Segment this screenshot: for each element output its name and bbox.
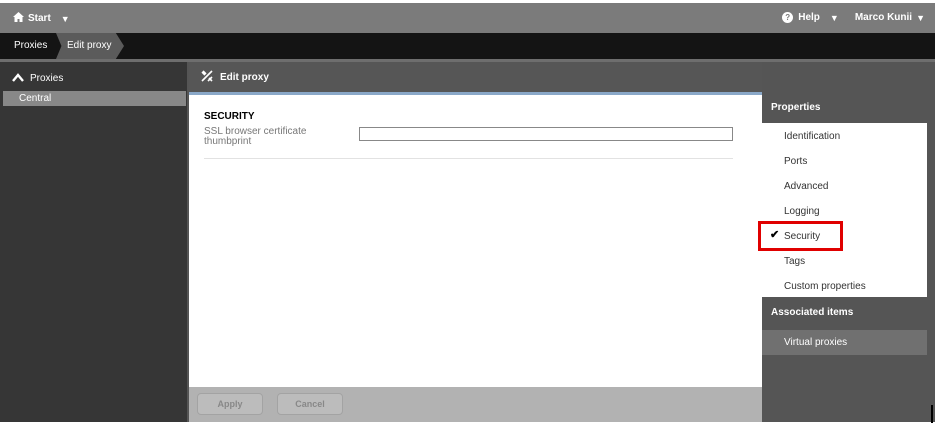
property-item-ports[interactable]: Ports [784, 156, 807, 167]
breadcrumb-item-edit-proxy[interactable]: Edit proxy [56, 33, 124, 59]
section-title-security: SECURITY [204, 111, 255, 122]
associated-items-title: Associated items [771, 307, 854, 318]
property-item-identification[interactable]: Identification [784, 131, 840, 142]
tools-icon [201, 69, 213, 85]
top-bar: Start ▼ ? Help ▼ Marco Kunii ▼ [0, 3, 935, 33]
associated-item-virtual-proxies[interactable]: Virtual proxies [762, 330, 927, 355]
apply-button[interactable]: Apply [197, 393, 263, 415]
page-title: Edit proxy [220, 71, 269, 83]
action-footer: Apply Cancel [189, 387, 762, 422]
home-icon [13, 12, 24, 25]
content-area: SECURITY SSL browser certificate thumbpr… [189, 92, 762, 387]
start-menu-button[interactable]: Start ▼ [13, 12, 70, 25]
checkmark-icon: ✔ [770, 229, 780, 241]
top-right-menu: ? Help ▼ Marco Kunii ▼ [782, 12, 925, 23]
breadcrumb-item-proxies[interactable]: Proxies [0, 33, 63, 59]
ssl-thumbprint-label: SSL browser certificate thumbprint [204, 126, 307, 147]
sidebar-header-label: Proxies [30, 72, 64, 84]
cancel-button[interactable]: Cancel [277, 393, 343, 415]
caret-down-icon[interactable]: ▼ [830, 13, 839, 23]
property-item-logging[interactable]: Logging [784, 206, 820, 217]
property-item-tags[interactable]: Tags [784, 256, 805, 267]
caret-down-icon[interactable]: ▼ [916, 13, 925, 23]
edit-proxy-header: Edit proxy [189, 62, 762, 92]
properties-list: Identification Ports Advanced Logging ✔ … [758, 123, 927, 297]
properties-title: Properties [771, 102, 821, 113]
caret-down-icon: ▼ [60, 13, 70, 24]
start-label: Start [28, 13, 51, 24]
help-circle-icon[interactable]: ? [782, 12, 794, 23]
property-item-custom-properties[interactable]: Custom properties [784, 281, 866, 292]
chevron-up-icon [12, 71, 24, 85]
text-cursor [931, 405, 933, 423]
sidebar-header-proxies[interactable]: Proxies [0, 68, 187, 88]
sidebar-item-central[interactable]: Central [3, 91, 186, 106]
help-button[interactable]: Help [798, 12, 820, 23]
property-item-security[interactable]: Security [784, 231, 820, 242]
sidebar: Proxies Central [0, 59, 187, 422]
ssl-thumbprint-input[interactable] [359, 127, 733, 141]
breadcrumb: Proxies Edit proxy [0, 33, 935, 59]
user-menu-button[interactable]: Marco Kunii [855, 12, 912, 23]
property-item-advanced[interactable]: Advanced [784, 181, 828, 192]
divider [204, 158, 733, 159]
properties-panel: Properties Identification Ports Advanced… [758, 92, 935, 422]
